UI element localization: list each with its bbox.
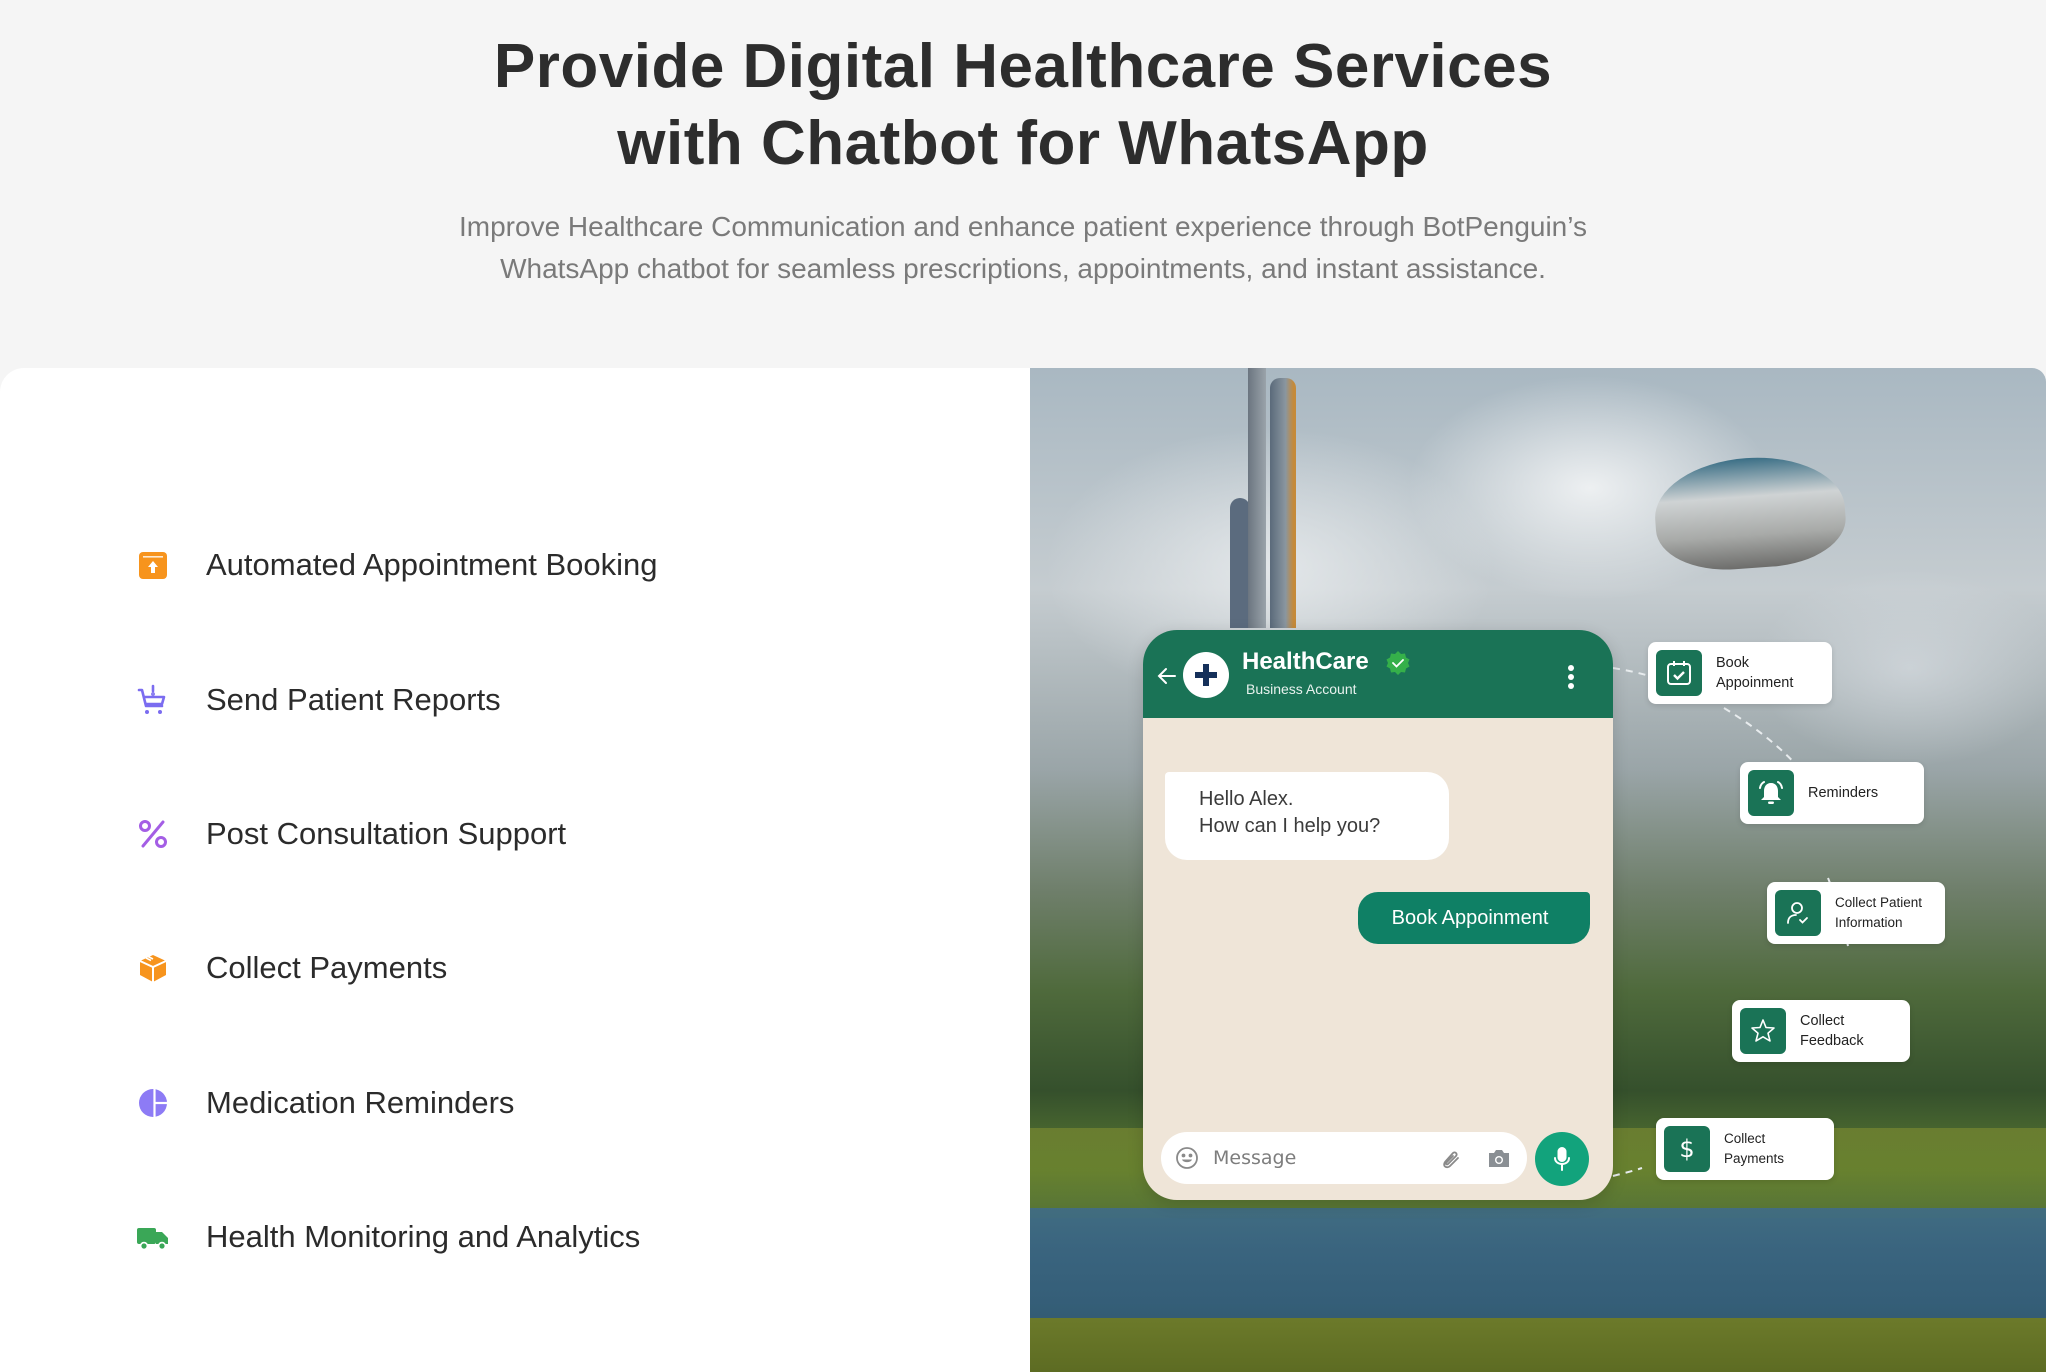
feature-label: Health Monitoring and Analytics	[206, 1219, 641, 1254]
page-subtitle-line-1: Improve Healthcare Communication and enh…	[459, 211, 1587, 242]
flow-step-label: Appoinment	[1716, 675, 1794, 691]
page-title-line-2: with Chatbot for WhatsApp	[617, 109, 1429, 178]
bell-icon	[1748, 770, 1794, 816]
message-line: Hello Alex.	[1199, 788, 1294, 810]
feature-list: Automated Appointment Booking Send Patie…	[0, 368, 1030, 1372]
back-arrow-icon[interactable]	[1155, 664, 1179, 688]
flow-step-label: Collect Patient	[1835, 895, 1923, 910]
background-tower	[1270, 378, 1296, 628]
flow-step-collect-patient-info[interactable]: Collect Patient Information	[1767, 882, 1945, 944]
background-grass	[1030, 1318, 2046, 1372]
flow-step-label: Information	[1835, 915, 1903, 930]
flow-step-label: Payments	[1724, 1151, 1785, 1166]
pie-chart-icon	[136, 1086, 170, 1120]
flow-step-collect-payments[interactable]: $ Collect Payments	[1656, 1118, 1834, 1180]
background-tower	[1230, 498, 1250, 628]
medical-cross-icon	[1195, 664, 1217, 686]
feature-item-appointment-booking[interactable]: Automated Appointment Booking	[136, 540, 658, 590]
calendar-check-icon	[1656, 650, 1702, 696]
flow-step-label: Collect	[1724, 1131, 1766, 1146]
outgoing-message: Book Appoinment	[1358, 892, 1590, 944]
feature-label: Automated Appointment Booking	[206, 547, 658, 582]
feature-label: Post Consultation Support	[206, 816, 567, 851]
verified-badge-icon	[1386, 651, 1410, 675]
flow-step-reminders[interactable]: Reminders	[1740, 762, 1924, 824]
chat-header: HealthCare Business Account	[1143, 630, 1613, 718]
feature-item-patient-reports[interactable]: Send Patient Reports	[136, 675, 501, 725]
feature-item-health-monitoring[interactable]: Health Monitoring and Analytics	[136, 1212, 640, 1262]
page-subtitle: Improve Healthcare Communication and enh…	[0, 206, 2046, 290]
microphone-icon	[1554, 1147, 1570, 1171]
flow-step-label: Reminders	[1808, 785, 1879, 801]
svg-text:$: $	[1679, 1135, 1694, 1163]
star-icon	[1740, 1008, 1786, 1054]
flow-step-label: Collect	[1800, 1013, 1845, 1029]
chat-account-type: Business Account	[1246, 681, 1357, 697]
flow-step-book-appointment[interactable]: Book Appoinment	[1648, 642, 1832, 704]
percent-icon	[136, 817, 170, 851]
hero-section: Provide Digital Healthcare Services with…	[0, 0, 2046, 368]
flow-step-label: Feedback	[1800, 1033, 1864, 1049]
page-title: Provide Digital Healthcare Services with…	[0, 28, 2046, 182]
user-check-icon	[1775, 890, 1821, 936]
feature-item-post-consultation[interactable]: Post Consultation Support	[136, 809, 566, 859]
background-lake	[1030, 1208, 2046, 1328]
cart-alert-icon	[136, 683, 170, 717]
background-tower	[1248, 368, 1266, 628]
message-composer	[1161, 1132, 1527, 1184]
feature-label: Collect Payments	[206, 950, 448, 985]
truck-icon	[136, 1220, 170, 1254]
page-subtitle-line-2: WhatsApp chatbot for seamless prescripti…	[500, 253, 1546, 284]
camera-icon[interactable]	[1487, 1147, 1511, 1169]
dollar-icon: $	[1664, 1126, 1710, 1172]
attachment-icon[interactable]	[1437, 1146, 1463, 1172]
flow-step-label: Book	[1716, 655, 1750, 671]
background-airship	[1651, 451, 1849, 575]
flow-step-collect-feedback[interactable]: Collect Feedback	[1732, 1000, 1910, 1062]
avatar[interactable]	[1183, 652, 1229, 698]
emoji-icon[interactable]	[1175, 1146, 1199, 1170]
feature-label: Medication Reminders	[206, 1085, 515, 1120]
voice-message-button[interactable]	[1535, 1132, 1589, 1186]
feature-item-collect-payments[interactable]: Collect Payments	[136, 943, 447, 993]
incoming-message: Hello Alex. How can I help you?	[1165, 772, 1449, 860]
page-title-line-1: Provide Digital Healthcare Services	[493, 32, 1553, 101]
feature-label: Send Patient Reports	[206, 682, 501, 717]
whatsapp-chat-window: HealthCare Business Account Hello Alex. …	[1143, 630, 1613, 1200]
box-icon	[136, 951, 170, 985]
chatbot-illustration: HealthCare Business Account Hello Alex. …	[1030, 368, 2046, 1372]
chat-contact-name: HealthCare	[1242, 648, 1369, 675]
feature-item-medication-reminders[interactable]: Medication Reminders	[136, 1078, 514, 1128]
message-input[interactable]	[1213, 1132, 1413, 1184]
message-line: How can I help you?	[1199, 815, 1381, 837]
calendar-upload-icon	[136, 548, 170, 582]
more-options-icon[interactable]	[1567, 664, 1575, 690]
